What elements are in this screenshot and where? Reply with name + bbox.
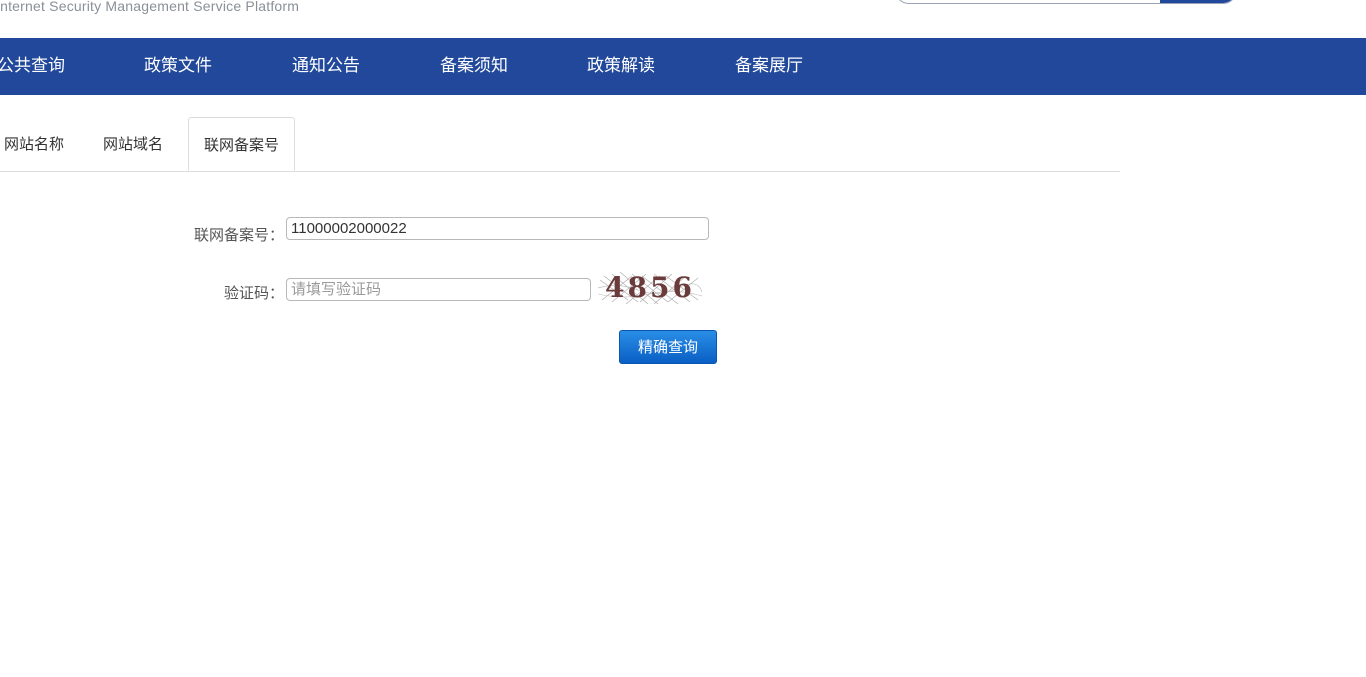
nav-item-policy-interpretation[interactable]: 政策解读 [587, 38, 655, 95]
site-subtitle: Internet Security Management Service Pla… [0, 0, 300, 14]
nav-item-filing-guide[interactable]: 备案须知 [440, 38, 508, 95]
exact-query-button[interactable]: 精确查询 [619, 330, 717, 364]
nav-item-policy-documents[interactable]: 政策文件 [144, 38, 212, 95]
search-button[interactable] [1160, 0, 1236, 3]
search-input[interactable] [895, 0, 1237, 4]
nav-item-notices[interactable]: 通知公告 [292, 38, 360, 95]
captcha-text: 4856 [605, 271, 695, 304]
tab-record-number[interactable]: 联网备案号 [188, 117, 296, 171]
captcha-input[interactable] [286, 278, 591, 301]
captcha-label: 验证码： [223, 284, 284, 302]
record-number-input[interactable] [286, 217, 709, 240]
record-number-label: 联网备案号： [193, 226, 284, 244]
captcha-image[interactable]: 4856 [598, 270, 702, 306]
main-nav: 公共查询 政策文件 通知公告 备案须知 政策解读 备案展厅 [0, 38, 1366, 95]
header: Internet Security Management Service Pla… [0, 0, 1366, 38]
tab-website-domain[interactable]: 网站域名 [103, 117, 163, 171]
nav-item-public-query[interactable]: 公共查询 [0, 38, 65, 95]
query-tabs: 网站名称 网站域名 联网备案号 [0, 117, 1120, 172]
nav-item-filing-gallery[interactable]: 备案展厅 [735, 38, 803, 95]
tab-website-name[interactable]: 网站名称 [4, 117, 64, 171]
page: Internet Security Management Service Pla… [0, 0, 1366, 677]
